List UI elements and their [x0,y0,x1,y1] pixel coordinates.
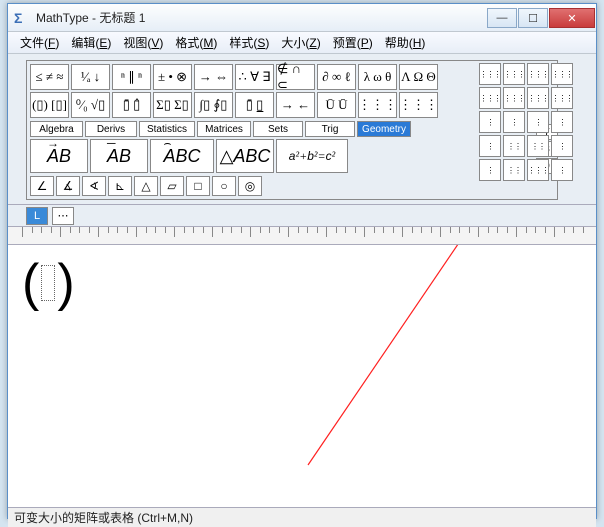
palette-button[interactable]: ± • ⊗ [153,64,192,90]
menu-h[interactable]: 帮助(H) [379,32,432,53]
geometry-template[interactable]: a²+b²=c² [276,139,348,173]
matrix-cell[interactable]: ⋮ [551,159,573,181]
matrix-cell[interactable]: ⋮ [479,111,501,133]
palette-button[interactable]: ∉ ∩ ⊂ [276,64,315,90]
matrix-cell[interactable]: ⋮ [551,111,573,133]
small-symbol-button[interactable]: ⊾ [108,176,132,196]
tab-sets[interactable]: Sets [253,121,303,137]
menu-f[interactable]: 文件(F) [14,32,65,53]
matrix-cell[interactable]: ⋮⋮ [503,135,525,157]
matrix-cell[interactable]: ⋮⋮⋮ [503,63,525,85]
matrix-cell-highlight[interactable]: ⋮⋮⋮ [527,159,549,181]
menubar: 文件(F)编辑(E)视图(V)格式(M)样式(S)大小(Z)预置(P)帮助(H) [8,32,596,54]
palette-button[interactable]: ¹⁄ₐ ↓ [71,64,110,90]
matrix-cell[interactable]: ⋮⋮⋮ [551,87,573,109]
matrix-cell[interactable]: ⋮⋮ [527,135,549,157]
small-symbol-button[interactable]: ▱ [160,176,184,196]
menu-v[interactable]: 视图(V) [117,32,169,53]
palette-button[interactable]: ⁿ ∥ ⁿ [112,64,151,90]
insertion-slot[interactable] [41,265,55,301]
palette-button[interactable]: λ ω θ [358,64,397,90]
menu-m[interactable]: 格式(M) [169,32,223,53]
matrix-cell[interactable]: ⋮⋮⋮ [479,63,501,85]
tab-row: AlgebraDerivsStatisticsMatricesSetsTrigG… [29,121,412,137]
matrix-cell[interactable]: ⋮⋮⋮ [503,87,525,109]
matrix-cell[interactable]: ⋮⋮⋮ [527,63,549,85]
edit-canvas[interactable]: ( ) [8,245,596,507]
small-symbol-button[interactable]: △ [134,176,158,196]
option-button[interactable]: L [26,207,48,225]
app-window: Σ MathType - 无标题 1 — ☐ ✕ 文件(F)编辑(E)视图(V)… [7,3,597,519]
minimize-button[interactable]: — [487,8,517,28]
matrix-cell[interactable]: ⋮ [479,159,501,181]
formula: ( ) [22,253,75,313]
maximize-button[interactable]: ☐ [518,8,548,28]
status-bar: 可变大小的矩阵或表格 (Ctrl+M,N) [8,507,596,527]
small-symbol-button[interactable]: ∢ [82,176,106,196]
palette-button[interactable]: ⋮⋮⋮ [358,92,397,118]
palette-button[interactable]: → ⇔ [194,64,233,90]
palette-button[interactable]: → ← [276,92,315,118]
palette-button[interactable]: (▯) [▯] [30,92,69,118]
menu-z[interactable]: 大小(Z) [275,32,326,53]
tab-trig[interactable]: Trig [305,121,355,137]
palette-button[interactable]: ▯̄ ▯̲ [235,92,274,118]
window-buttons: — ☐ ✕ [487,7,596,28]
close-button[interactable]: ✕ [549,8,595,28]
palette-button[interactable]: ∫▯ ∮▯ [194,92,233,118]
matrix-picker: ⋮⋮⋮⋮⋮⋮⋮⋮⋮⋮⋮⋮ ⋮⋮⋮⋮⋮⋮⋮⋮⋮⋮⋮⋮ ⋮⋮⋮⋮ ⋮⋮⋮⋮⋮⋮ ⋮⋮… [478,62,582,182]
ruler[interactable] [8,227,596,245]
geometry-template[interactable]: ─AB [90,139,148,173]
matrix-cell[interactable]: ⋮⋮⋮ [527,87,549,109]
palette-button[interactable]: Σ▯ Σ▯ [153,92,192,118]
menu-s[interactable]: 样式(S) [223,32,275,53]
matrix-cell[interactable]: ⋮⋮⋮ [479,87,501,109]
small-symbol-button[interactable]: ◎ [238,176,262,196]
matrix-cell[interactable]: ⋮ [479,135,501,157]
toolbar-zone: ≤ ≠ ≈¹⁄ₐ ↓ⁿ ∥ ⁿ± • ⊗→ ⇔∴ ∀ ∃∉ ∩ ⊂∂ ∞ ℓλ … [8,54,596,205]
menu-p[interactable]: 预置(P) [327,32,379,53]
app-icon: Σ [14,10,30,26]
palette-button[interactable]: ⋮⋮⋮ [399,92,438,118]
menu-e[interactable]: 编辑(E) [65,32,117,53]
palette-button[interactable]: ▯̄ ▯̂ [112,92,151,118]
titlebar[interactable]: Σ MathType - 无标题 1 — ☐ ✕ [8,4,596,32]
matrix-cell[interactable]: ⋮ [527,111,549,133]
small-symbol-button[interactable]: ∡ [56,176,80,196]
palette-row-2: (▯) [▯]⁰⁄₀ √▯▯̄ ▯̂Σ▯ Σ▯∫▯ ∮▯▯̄ ▯̲→ ←Ū Ū⋮… [29,91,555,119]
palette-button[interactable]: ⁰⁄₀ √▯ [71,92,110,118]
window-title: MathType - 无标题 1 [36,9,487,26]
palette-button[interactable]: Ū Ū [317,92,356,118]
geometry-template[interactable]: △ABC [216,139,274,173]
status-text: 可变大小的矩阵或表格 (Ctrl+M,N) [14,509,193,526]
geometry-template[interactable]: ⌢ABC [150,139,214,173]
small-symbol-button[interactable]: □ [186,176,210,196]
geometry-template[interactable]: →AB [30,139,88,173]
annotation-arrow [8,245,596,507]
matrix-cell[interactable]: ⋮ [551,135,573,157]
palette-button[interactable]: Λ Ω Θ [399,64,438,90]
matrix-cell[interactable]: ⋮ [503,111,525,133]
matrix-cell[interactable]: ⋮⋮⋮ [551,63,573,85]
palette-button[interactable]: ∴ ∀ ∃ [235,64,274,90]
small-symbol-button[interactable]: ○ [212,176,236,196]
palette-button[interactable]: ∂ ∞ ℓ [317,64,356,90]
small-symbol-button[interactable]: ∠ [30,176,54,196]
palette-row-1: ≤ ≠ ≈¹⁄ₐ ↓ⁿ ∥ ⁿ± • ⊗→ ⇔∴ ∀ ∃∉ ∩ ⊂∂ ∞ ℓλ … [29,63,555,91]
tab-geometry[interactable]: Geometry [357,121,411,137]
large-button-row: →AB─AB⌢ABC△ABCa²+b²=c² [29,138,412,174]
option-bar: L ⋯ [8,205,596,227]
left-paren: ( [22,253,39,313]
small-button-row: ∠∡∢⊾△▱□○◎ [29,175,412,197]
palette-button[interactable]: ≤ ≠ ≈ [30,64,69,90]
option-button[interactable]: ⋯ [52,207,74,225]
right-paren: ) [57,253,74,313]
matrix-cell[interactable]: ⋮⋮ [503,159,525,181]
tab-matrices[interactable]: Matrices [197,121,251,137]
